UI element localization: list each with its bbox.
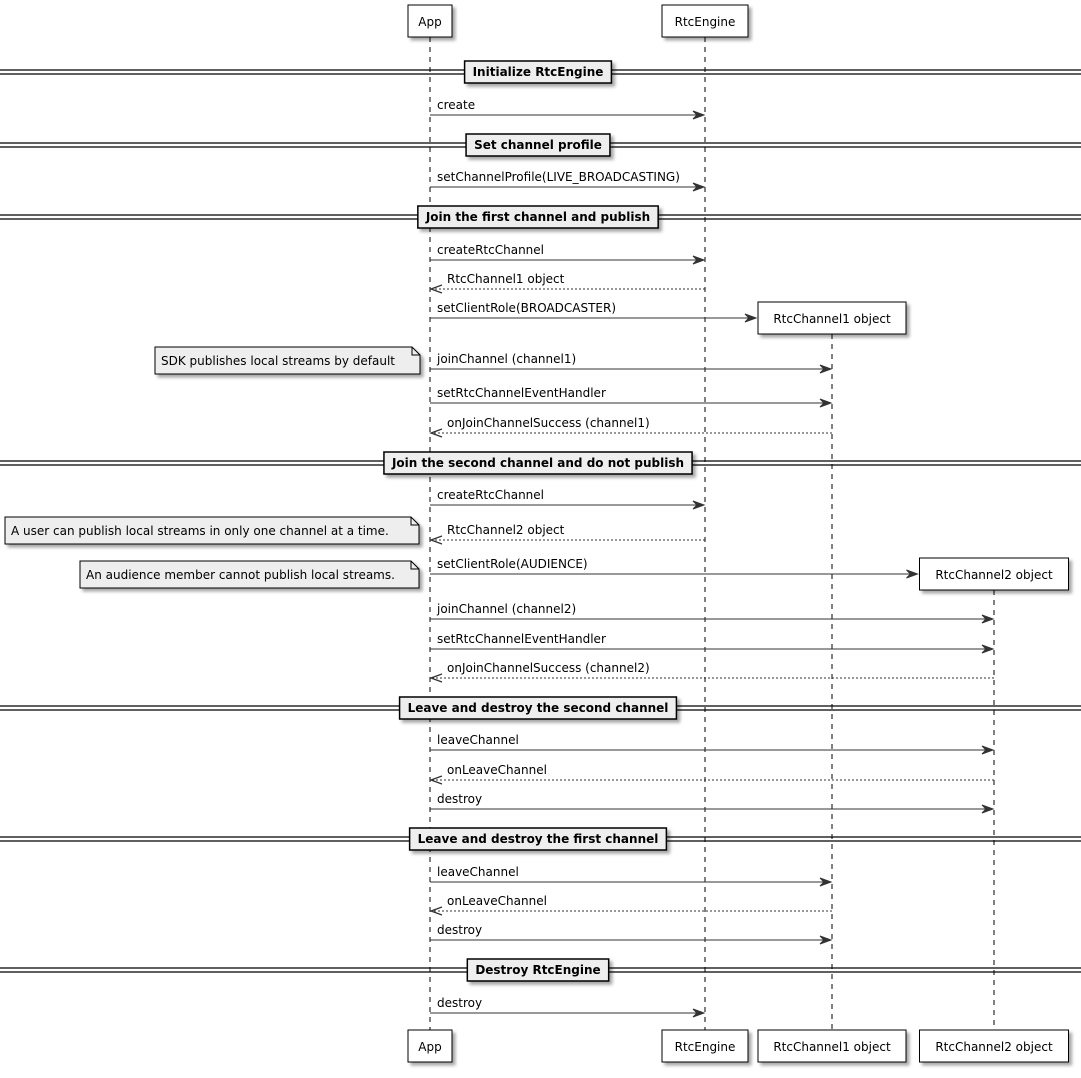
participant-label: App: [418, 15, 441, 29]
message: destroy: [430, 996, 706, 1018]
divider-label: Leave and destroy the second channel: [408, 701, 669, 715]
message-label: onLeaveChannel: [447, 894, 547, 908]
participant-app-bottom: App: [407, 1029, 453, 1063]
note: An audience member cannot publish local …: [79, 560, 420, 589]
message: setClientRole(AUDIENCE): [430, 557, 919, 579]
divider-label: Destroy RtcEngine: [475, 963, 600, 977]
section-divider: Leave and destroy the first channel: [0, 827, 1081, 851]
participant-ch1-bottom: RtcChannel1 object: [757, 1029, 907, 1063]
return-message: RtcChannel1 object: [429, 272, 705, 294]
participant-ch2-top: RtcChannel2 object: [919, 557, 1069, 591]
section-divider: Destroy RtcEngine: [0, 958, 1081, 982]
message: setChannelProfile(LIVE_BROADCASTING): [430, 170, 706, 192]
message: create: [430, 98, 706, 120]
divider-label: Join the second channel and do not publi…: [391, 456, 684, 470]
section-divider: Join the second channel and do not publi…: [0, 451, 1081, 475]
divider-label: Leave and destroy the first channel: [418, 832, 659, 846]
message: setRtcChannelEventHandler: [430, 386, 833, 408]
message: createRtcChannel: [430, 243, 706, 265]
note-text: SDK publishes local streams by default: [161, 354, 395, 368]
participant-engine-bottom: RtcEngine: [661, 1029, 749, 1063]
message: joinChannel (channel1): [430, 352, 833, 374]
participant-app-top: App: [407, 4, 453, 38]
message-label: destroy: [437, 923, 482, 937]
return-message: RtcChannel2 object: [429, 523, 705, 545]
message-label: onJoinChannelSuccess (channel2): [447, 661, 650, 675]
participant-label: RtcChannel2 object: [935, 1040, 1053, 1054]
message-label: setChannelProfile(LIVE_BROADCASTING): [437, 170, 680, 184]
return-message: onLeaveChannel: [429, 894, 832, 916]
return-message: onJoinChannelSuccess (channel1): [429, 416, 832, 438]
participant-label: RtcChannel1 object: [773, 312, 891, 326]
message-label: setClientRole(BROADCASTER): [437, 301, 616, 315]
note-text: A user can publish local streams in only…: [11, 524, 389, 538]
section-divider: Initialize RtcEngine: [0, 60, 1081, 84]
divider-label: Initialize RtcEngine: [473, 65, 604, 79]
divider-label: Set channel profile: [474, 138, 602, 152]
diagram-rows: Initialize RtcEngine create Set channel pr…: [0, 60, 1081, 1018]
participant-ch1-top: RtcChannel1 object: [757, 301, 907, 335]
participant-label: App: [418, 1040, 441, 1054]
message: setRtcChannelEventHandler: [430, 632, 995, 654]
message: joinChannel (channel2): [430, 602, 995, 624]
sequence-diagram: Initialize RtcEngine create Set channel pr…: [0, 4, 1081, 1063]
message-label: destroy: [437, 996, 482, 1010]
message-label: onLeaveChannel: [447, 763, 547, 777]
message-label: RtcChannel1 object: [447, 272, 565, 286]
participant-label: RtcEngine: [675, 15, 736, 29]
arrow-head-open-icon: [429, 428, 443, 438]
message: destroy: [430, 792, 995, 814]
message-label: onJoinChannelSuccess (channel1): [447, 416, 650, 430]
message-label: joinChannel (channel2): [436, 602, 576, 616]
note-text: An audience member cannot publish local …: [86, 568, 395, 582]
message-label: RtcChannel2 object: [447, 523, 565, 537]
message-label: joinChannel (channel1): [436, 352, 576, 366]
arrow-head-open-icon: [429, 906, 443, 916]
section-divider: Set channel profile: [0, 133, 1081, 157]
message-label: setRtcChannelEventHandler: [437, 386, 606, 400]
message: leaveChannel: [430, 733, 995, 755]
divider-label: Join the first channel and publish: [425, 210, 650, 224]
participant-engine-top: RtcEngine: [661, 4, 749, 38]
message-label: create: [437, 98, 475, 112]
return-message: onLeaveChannel: [429, 763, 994, 785]
message-label: leaveChannel: [437, 865, 519, 879]
note: SDK publishes local streams by default: [154, 346, 421, 375]
message-label: leaveChannel: [437, 733, 519, 747]
participant-label: RtcEngine: [675, 1040, 736, 1054]
message-label: destroy: [437, 792, 482, 806]
note: A user can publish local streams in only…: [4, 516, 420, 545]
message: destroy: [430, 923, 833, 945]
participant-label: RtcChannel1 object: [773, 1040, 891, 1054]
message-label: createRtcChannel: [437, 488, 544, 502]
section-divider: Join the first channel and publish: [0, 205, 1081, 229]
participant-label: RtcChannel2 object: [935, 568, 1053, 582]
message: setClientRole(BROADCASTER): [430, 301, 758, 323]
message-label: createRtcChannel: [437, 243, 544, 257]
participant-ch2-bottom: RtcChannel2 object: [919, 1029, 1069, 1063]
message: leaveChannel: [430, 865, 833, 887]
message-label: setRtcChannelEventHandler: [437, 632, 606, 646]
section-divider: Leave and destroy the second channel: [0, 696, 1081, 720]
return-message: onJoinChannelSuccess (channel2): [429, 661, 994, 683]
message: createRtcChannel: [430, 488, 706, 510]
message-label: setClientRole(AUDIENCE): [437, 557, 588, 571]
